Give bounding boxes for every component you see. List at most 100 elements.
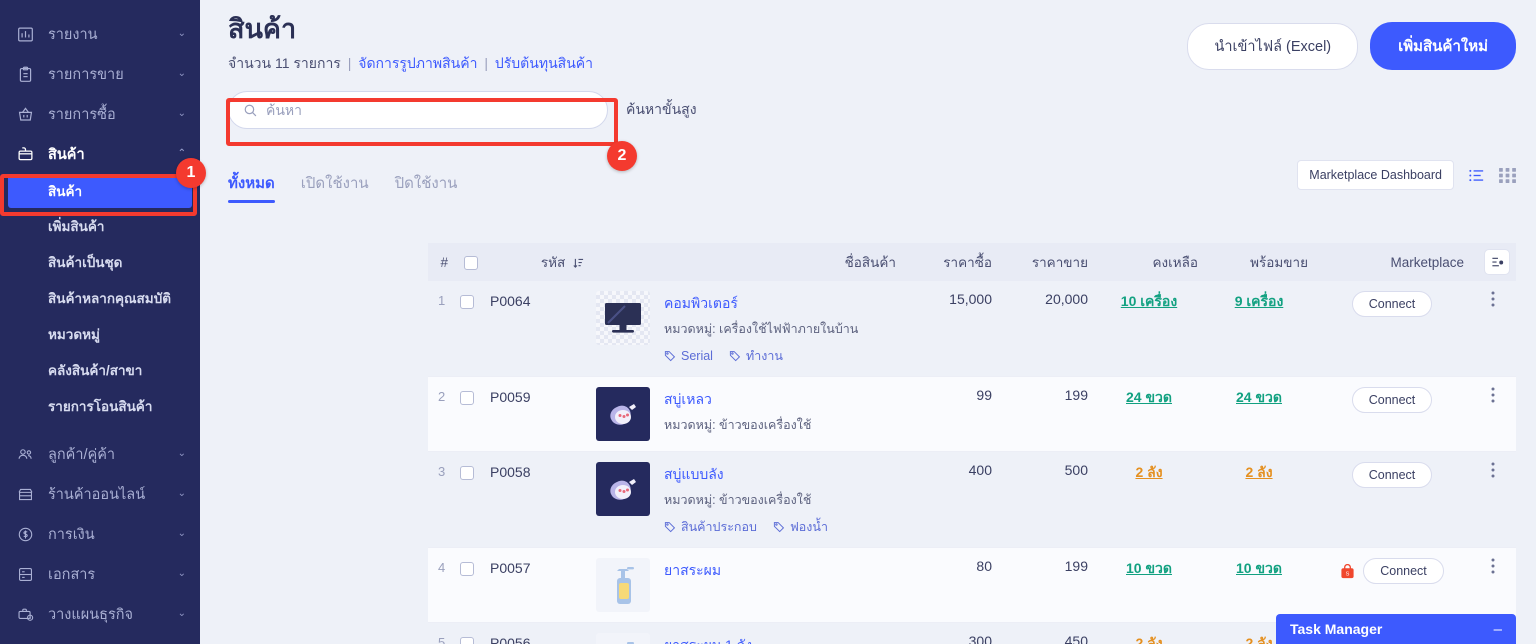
sidebar-item-finance[interactable]: การเงิน ⌄ [0, 514, 200, 554]
sidebar-subitem-products[interactable]: สินค้า [8, 174, 192, 208]
sidebar-subitem-product-bundle[interactable]: สินค้าเป็นชุด [0, 244, 200, 280]
search-input[interactable] [266, 102, 593, 118]
add-product-button[interactable]: เพิ่มสินค้าใหม่ [1370, 22, 1516, 70]
sidebar-subitem-add-product[interactable]: เพิ่มสินค้า [0, 208, 200, 244]
column-settings-icon[interactable] [1484, 249, 1510, 275]
search-box[interactable] [228, 91, 608, 129]
available-link[interactable]: 2 ลัง [1245, 464, 1272, 480]
documents-icon [14, 564, 36, 584]
available-link[interactable]: 2 ลัง [1245, 635, 1272, 644]
row-stock: 10 ขวด [1094, 548, 1204, 623]
product-name-link[interactable]: สบู่เหลว [664, 389, 811, 411]
row-checkbox[interactable] [460, 562, 474, 576]
row-code: P0056 [484, 623, 590, 644]
product-name-link[interactable]: สบู่แบบลัง [664, 464, 828, 486]
sidebar-item-products[interactable]: สินค้า ⌃ [0, 134, 200, 174]
row-actions[interactable] [1470, 452, 1516, 548]
adjust-cost-link[interactable]: ปรับต้นทุนสินค้า [495, 55, 593, 71]
sort-icon[interactable] [573, 257, 584, 269]
sidebar-item-reports[interactable]: รายงาน ⌄ [0, 14, 200, 54]
tab-enabled[interactable]: เปิดใช้งาน [301, 171, 369, 203]
product-tag[interactable]: ทำงาน [729, 346, 783, 366]
available-link[interactable]: 9 เครื่อง [1235, 293, 1284, 309]
available-link[interactable]: 24 ขวด [1236, 389, 1282, 405]
connect-button[interactable]: Connect [1352, 462, 1433, 488]
header-code[interactable]: รหัส [484, 243, 590, 281]
row-checkbox[interactable] [460, 391, 474, 405]
row-actions[interactable] [1470, 377, 1516, 452]
row-select-cell[interactable] [454, 623, 484, 644]
product-name-link[interactable]: ยาสระผม [664, 560, 721, 582]
product-tag[interactable]: ฟองน้ำ [773, 517, 828, 537]
row-select-cell[interactable] [454, 452, 484, 548]
sidebar-item-label: รายงาน [48, 23, 98, 46]
row-buy-price: 99 [902, 377, 998, 452]
connect-button[interactable]: Connect [1352, 387, 1433, 413]
table-row[interactable]: 2 P0059 [428, 377, 1516, 452]
row-select-cell[interactable] [454, 281, 484, 377]
chevron-down-icon: ⌄ [178, 609, 186, 619]
row-select-cell[interactable] [454, 548, 484, 623]
select-all-checkbox[interactable] [464, 256, 478, 270]
product-table-container: # รหัส [428, 243, 1516, 644]
sidebar-subitem-label: คลังสินค้า/สาขา [48, 359, 142, 381]
callout-badge-1: 1 [176, 158, 206, 188]
stock-link[interactable]: 10 ขวด [1126, 560, 1172, 576]
product-tags: Serial ทำงาน [664, 346, 858, 366]
row-index: 2 [428, 377, 454, 452]
row-index: 3 [428, 452, 454, 548]
sidebar-item-sales[interactable]: รายการขาย ⌄ [0, 54, 200, 94]
more-options-icon[interactable] [1486, 291, 1500, 310]
svg-text:S: S [1346, 571, 1350, 577]
more-options-icon[interactable] [1486, 558, 1500, 577]
more-options-icon[interactable] [1486, 387, 1500, 406]
stock-link[interactable]: 2 ลัง [1135, 635, 1162, 644]
sidebar-item-purchases[interactable]: รายการซื้อ ⌄ [0, 94, 200, 134]
sidebar-subitem-product-variants[interactable]: สินค้าหลากคุณสมบัติ [0, 280, 200, 316]
sidebar-item-customers[interactable]: ลูกค้า/คู่ค้า ⌄ [0, 434, 200, 474]
table-body: 1 P0064 [428, 281, 1516, 644]
header-select-all[interactable] [454, 243, 484, 281]
sidebar-item-documents[interactable]: เอกสาร ⌄ [0, 554, 200, 594]
more-options-icon[interactable] [1486, 462, 1500, 481]
sidebar-subitem-transfers[interactable]: รายการโอนสินค้า [0, 388, 200, 424]
sidebar-item-label: การเงิน [48, 523, 95, 546]
sidebar-item-online-store[interactable]: ร้านค้าออนไลน์ ⌄ [0, 474, 200, 514]
row-checkbox[interactable] [460, 466, 474, 480]
row-buy-price: 15,000 [902, 281, 998, 377]
stock-link[interactable]: 10 เครื่อง [1121, 293, 1177, 309]
row-select-cell[interactable] [454, 377, 484, 452]
row-checkbox[interactable] [460, 637, 474, 644]
row-actions[interactable] [1470, 281, 1516, 377]
row-sell-price: 20,000 [998, 281, 1094, 377]
task-manager-minimize-button[interactable]: – [1494, 621, 1502, 638]
connect-button[interactable]: Connect [1363, 558, 1444, 584]
row-product-cell: สบู่เหลว หมวดหมู่: ข้าวของเครื่องใช้ [590, 377, 902, 452]
row-actions[interactable] [1470, 548, 1516, 623]
stock-link[interactable]: 2 ลัง [1135, 464, 1162, 480]
import-excel-button[interactable]: นำเข้าไฟล์ (Excel) [1187, 23, 1358, 70]
sidebar-item-business-planning[interactable]: วางแผนธุรกิจ ⌄ [0, 594, 200, 634]
table-row[interactable]: 3 P0058 [428, 452, 1516, 548]
manage-images-link[interactable]: จัดการรูปภาพสินค้า [358, 55, 477, 71]
table-row[interactable]: 1 P0064 [428, 281, 1516, 377]
available-link[interactable]: 10 ขวด [1236, 560, 1282, 576]
product-tag[interactable]: สินค้าประกอบ [664, 517, 757, 537]
row-checkbox[interactable] [460, 295, 474, 309]
sidebar-subitem-label: สินค้า [48, 180, 82, 202]
connect-button[interactable]: Connect [1352, 291, 1433, 317]
advanced-search-link[interactable]: ค้นหาขั้นสูง [626, 99, 697, 121]
search-row: ค้นหาขั้นสูง [228, 91, 1536, 129]
sidebar: รายงาน ⌄ รายการขาย ⌄ รายการซื้อ [0, 0, 200, 644]
product-name-link[interactable]: คอมพิวเตอร์ [664, 293, 858, 315]
product-tag[interactable]: Serial [664, 346, 713, 366]
sidebar-subitem-warehouses[interactable]: คลังสินค้า/สาขา [0, 352, 200, 388]
tab-all[interactable]: ทั้งหมด [228, 171, 275, 203]
task-manager-bar[interactable]: Task Manager – [1276, 614, 1516, 644]
header-column-settings[interactable] [1470, 243, 1516, 281]
table-row[interactable]: 4 P0057 [428, 548, 1516, 623]
product-name-link[interactable]: ยาสระผม 1 ลัง [664, 635, 828, 644]
stock-link[interactable]: 24 ขวด [1126, 389, 1172, 405]
sidebar-subitem-categories[interactable]: หมวดหมู่ [0, 316, 200, 352]
tab-disabled[interactable]: ปิดใช้งาน [395, 171, 458, 203]
